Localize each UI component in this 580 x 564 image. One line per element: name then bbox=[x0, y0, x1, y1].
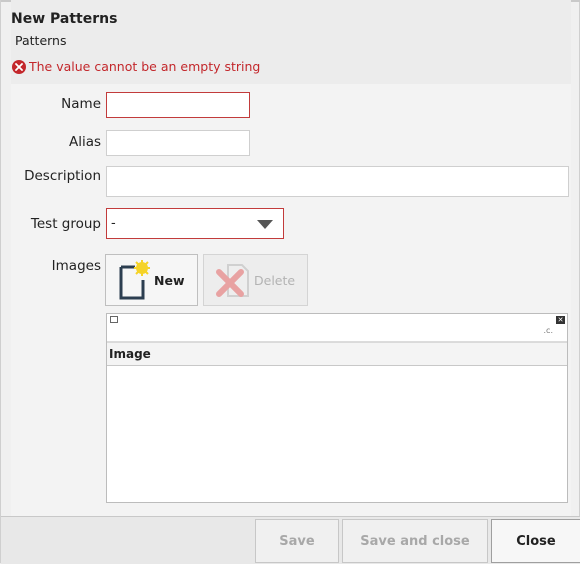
new-button-label: New bbox=[154, 272, 185, 288]
grid-filter-row: ✕ .c. bbox=[107, 314, 567, 342]
test-group-value: - bbox=[111, 216, 116, 231]
name-label: Name bbox=[61, 96, 101, 112]
images-label: Images bbox=[51, 258, 101, 274]
delete-document-icon bbox=[216, 260, 254, 300]
filter-menu-icon[interactable] bbox=[110, 316, 118, 323]
clear-filter-icon[interactable]: ✕ bbox=[556, 316, 565, 324]
grid-header-row: Image bbox=[107, 342, 567, 366]
dialog-subtitle: Patterns bbox=[15, 33, 67, 48]
description-label: Description bbox=[24, 168, 101, 184]
new-patterns-dialog: New Patterns Patterns The value cannot b… bbox=[0, 0, 580, 564]
close-button[interactable]: Close bbox=[491, 519, 580, 563]
test-group-select[interactable]: - bbox=[106, 208, 284, 239]
dropdown-arrow-icon[interactable] bbox=[257, 220, 273, 229]
dialog-title: New Patterns bbox=[11, 11, 118, 27]
save-button[interactable]: Save bbox=[255, 519, 339, 563]
delete-image-button[interactable]: Delete bbox=[203, 254, 308, 306]
alias-label: Alias bbox=[68, 134, 101, 150]
validation-error: The value cannot be an empty string bbox=[12, 59, 260, 74]
filter-cursor-icon: .c. bbox=[543, 326, 553, 335]
new-image-button[interactable]: New bbox=[105, 254, 198, 306]
new-document-icon bbox=[118, 260, 152, 300]
delete-button-label: Delete bbox=[254, 272, 296, 288]
alias-input[interactable] bbox=[106, 130, 250, 156]
images-grid[interactable]: ✕ .c. Image bbox=[106, 313, 568, 503]
column-header-image[interactable]: Image bbox=[109, 347, 151, 361]
test-group-label: Test group bbox=[30, 216, 101, 232]
description-input[interactable] bbox=[106, 166, 569, 197]
save-and-close-button[interactable]: Save and close bbox=[342, 519, 488, 563]
error-circle-icon bbox=[12, 59, 26, 74]
error-message: The value cannot be an empty string bbox=[29, 59, 261, 74]
name-input[interactable] bbox=[106, 92, 250, 118]
